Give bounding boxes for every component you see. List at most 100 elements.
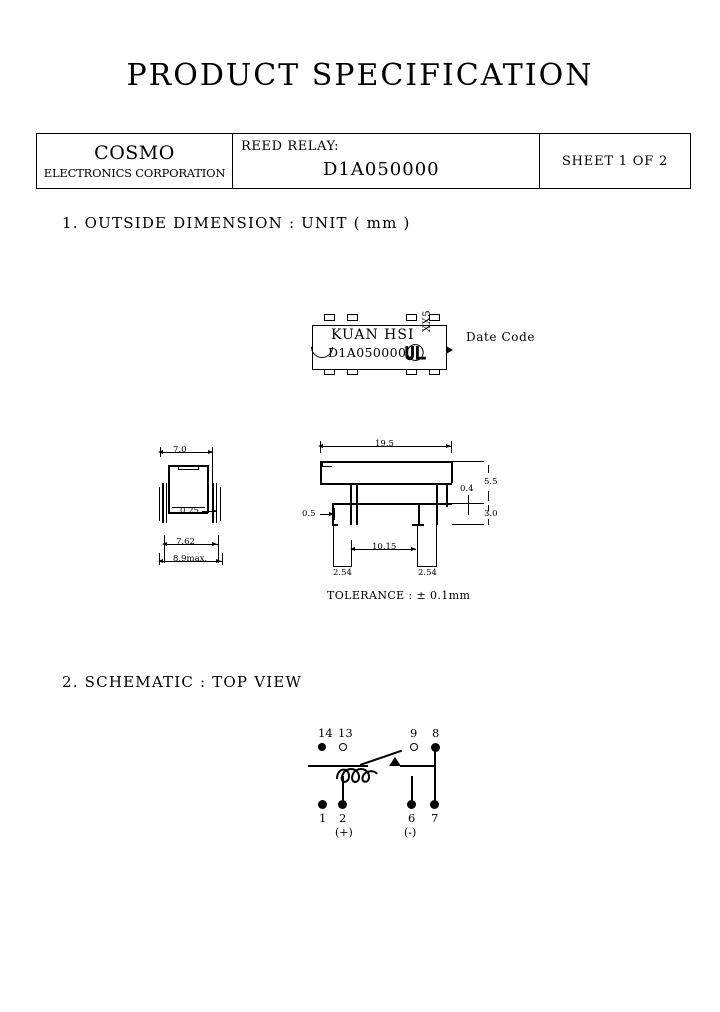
ext-line [417,525,418,567]
dim-overall-length: 19.5 [375,439,394,449]
schematic-pin-label: 9 [410,726,418,740]
schematic-pin-node-open [339,743,347,751]
schematic-pin-label: 6 [408,811,416,825]
date-code-marking: XX5 [422,309,433,332]
schematic-pin-node [318,743,326,751]
ext-line [164,535,165,563]
package-pin-tab [347,314,358,321]
dim-pitch-right: 2.54 [418,568,437,578]
schematic-pin-label: 7 [431,811,439,825]
schematic-pin-node [430,800,439,809]
schematic-pin-node [338,800,347,809]
schematic-pin-node-open [410,743,418,751]
ext-line [222,553,223,565]
dim-line [333,566,351,567]
ext-line [436,525,437,567]
schematic-pin-node [407,800,416,809]
dim-standoff: 3.0 [484,509,498,519]
polarity-positive: (+) [335,826,353,839]
sheet-number: SHEET 1 OF 2 [561,153,669,169]
company-cell: COSMO ELECTRONICS CORPORATION [37,134,233,188]
ext-line [333,525,334,567]
lead-edge [418,503,420,525]
polarity-negative: (-) [404,826,417,839]
lead-edge [436,483,438,525]
schematic-pin-label: 1 [319,811,327,825]
lead-outline [159,487,160,521]
schematic-diagram: 14 13 9 8 1 2 6 7 (+) (-) [300,718,470,839]
body-edge [168,465,208,467]
lead-shoulder [436,503,452,505]
package-marking-line1: KUAN HSI [331,327,415,343]
ext-line [159,553,160,565]
dim-lead-seating: 0.5 [302,509,316,519]
ext-line [320,441,321,453]
date-code-label: Date Code [466,330,536,344]
body-edge [451,461,453,483]
body-inner-line [178,469,198,470]
body-inner-line [178,465,179,470]
body-edge [320,483,452,485]
package-top-view-drawing: KUAN HSI D1A050000 XX5 Date Code [300,300,560,400]
body-edge [320,461,452,463]
body-inner-line [322,466,332,467]
dim-arrow-icon [411,546,416,551]
ext-line [488,491,489,501]
body-inner-line [198,465,199,470]
ul-logo-icon [405,344,426,361]
dim-lead-span-inner: 7.62 [176,537,195,547]
body-inner-line [322,461,323,467]
ext-line [488,465,489,473]
schematic-pin-label: 14 [318,726,333,740]
switch-right-lead [400,765,436,767]
dim-body-height: 5.5 [484,477,498,487]
lead-edge [446,483,448,507]
dim-line [456,503,482,504]
page-title: PRODUCT SPECIFICATION [126,58,594,93]
datasheet-page: PRODUCT SPECIFICATION COSMO ELECTRONICS … [0,0,720,1012]
dim-pin-span: 10.15 [372,542,397,552]
lead-outline [166,483,167,523]
tolerance-note: TOLERANCE : ± 0.1mm [327,589,471,602]
product-cell: REED RELAY: D1A050000 [233,134,540,188]
ext-line [160,447,161,457]
dim-lead-width: 0.4 [460,484,474,494]
lead-edge [356,483,358,525]
pin8-pin7-rail [434,748,436,808]
lead-outline [162,483,164,523]
lead-outline [220,487,221,521]
ext-line [488,519,489,525]
dim-line [417,566,436,567]
lead-tip [412,524,424,526]
dim-line [468,495,469,515]
schematic-pin-label: 8 [432,726,440,740]
dim-pitch-left: 2.54 [333,568,352,578]
ext-line [351,540,352,567]
dim-lead-thickness: 0.25 [180,506,199,516]
schematic-pin-label: 2 [339,811,347,825]
lead-edge [350,483,352,525]
ext-line [333,508,335,520]
section-outside-dimension-title: 1. OUTSIDE DIMENSION : UNIT ( mm ) [62,214,411,232]
side-view-drawing: 7.0 0.25 7.62 8.9max. [150,435,270,580]
body-edge [207,465,209,513]
company-subtitle: ELECTRONICS CORPORATION [43,165,226,180]
date-code-arrow-icon [446,346,453,354]
company-name: COSMO [94,141,175,164]
dim-arrow-icon [212,541,217,546]
dim-arrow-icon [216,558,221,563]
schematic-pin-node [318,800,327,809]
lead-shoulder [332,503,358,505]
lead-outline [212,483,214,523]
front-view-drawing: 19.5 0.5 0.4 5.5 3.0 10.15 2.54 2.54 [300,435,500,585]
sheet-cell: SHEET 1 OF 2 [540,134,690,188]
dim-arrow-icon [212,508,217,513]
package-pin-tab [324,314,335,321]
lead-shoulder [358,503,418,505]
lead-outline [216,483,217,523]
lead-shoulder [418,503,436,505]
package-marking-line2: D1A050000 [328,345,407,360]
ext-line [452,524,484,525]
part-number: D1A050000 [323,159,440,180]
ext-line [452,461,484,462]
